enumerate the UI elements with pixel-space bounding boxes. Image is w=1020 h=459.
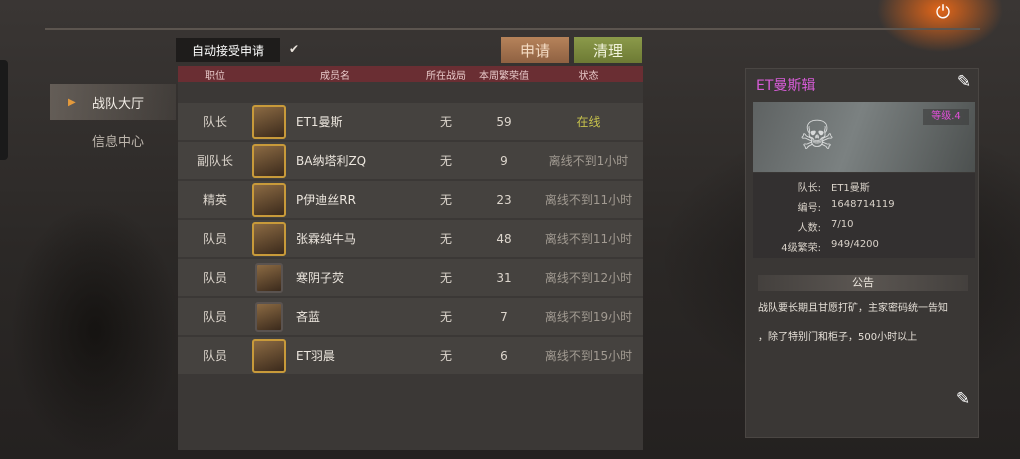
table-row[interactable]: 队员 ET羽晨 无 6 离线不到15小时 <box>178 337 643 374</box>
count-value: 7/10 <box>831 219 854 230</box>
table-row[interactable]: 精英 P伊迪丝RR 无 23 离线不到11小时 <box>178 181 643 218</box>
leader-label: 队长: <box>797 183 821 194</box>
auto-accept-label: 自动接受申请 <box>176 38 280 62</box>
member-game: 无 <box>439 154 452 168</box>
member-prosperity: 7 <box>500 309 508 324</box>
notice-title: 公告 <box>758 275 968 291</box>
member-name: 张霖纯牛马 <box>296 232 357 246</box>
member-name: 寒阴子荧 <box>296 271 345 285</box>
table-row[interactable]: 队长 ET1曼斯 无 59 在线 <box>178 103 643 140</box>
table-row[interactable]: 队员 吝蓝 无 7 离线不到19小时 <box>178 298 643 335</box>
header-prosperity: 本周繁荣值 <box>479 70 529 82</box>
avatar[interactable] <box>252 182 286 217</box>
member-table: 职位 成员名 所在战局 本周繁荣值 状态 队长 ET1曼斯 无 59 在线 副队… <box>178 66 643 450</box>
member-position: 队员 <box>202 271 227 285</box>
header-position: 职位 <box>205 70 225 82</box>
member-prosperity: 9 <box>500 153 508 168</box>
member-rows: 队长 ET1曼斯 无 59 在线 副队长 BA纳塔利ZQ 无 9 离线不到1小时… <box>178 103 643 376</box>
member-status: 离线不到12小时 <box>544 271 633 285</box>
member-status: 离线不到11小时 <box>544 232 633 246</box>
table-row[interactable]: 队员 张霖纯牛马 无 48 离线不到11小时 <box>178 220 643 257</box>
team-banner: ☠ 等级.4 <box>753 102 975 172</box>
checkmark-icon: ✔ <box>288 42 300 56</box>
divider <box>45 28 980 30</box>
member-prosperity: 48 <box>496 231 512 246</box>
avatar[interactable] <box>252 143 286 178</box>
id-value: 1648714119 <box>831 199 895 210</box>
team-info-panel: ET曼斯辑 ✎ ☠ 等级.4 队长: ET1曼斯 编号: 1648714119 … <box>745 68 979 438</box>
auto-accept-checkbox[interactable]: ✔ <box>287 42 301 56</box>
prosperity-value: 949/4200 <box>831 239 879 250</box>
id-label: 编号: <box>797 203 821 214</box>
member-prosperity: 6 <box>500 348 508 363</box>
team-details: 队长: ET1曼斯 编号: 1648714119 人数: 7/10 4级繁荣: … <box>753 173 975 258</box>
member-position: 队员 <box>202 232 227 246</box>
avatar[interactable] <box>252 338 286 373</box>
member-status: 离线不到19小时 <box>544 310 633 324</box>
nav-item-label: 信息中心 <box>92 134 145 150</box>
edit-icon[interactable]: ✎ <box>953 72 975 92</box>
member-status: 在线 <box>576 115 601 129</box>
member-game: 无 <box>439 193 452 207</box>
member-name: ET1曼斯 <box>296 115 343 129</box>
header-status: 状态 <box>578 70 599 82</box>
side-nav: ▶ 战队大厅 信息中心 <box>50 84 176 160</box>
edit-notice-icon[interactable]: ✎ <box>952 389 974 409</box>
power-icon[interactable]: ⏻ <box>930 0 956 24</box>
avatar[interactable] <box>255 301 283 332</box>
header-name: 成员名 <box>320 70 350 82</box>
member-prosperity: 23 <box>496 192 512 207</box>
member-position: 副队长 <box>196 154 233 168</box>
member-game: 无 <box>439 115 452 129</box>
member-status: 离线不到1小时 <box>548 154 629 168</box>
member-name: ET羽晨 <box>296 349 335 363</box>
level-badge: 等级.4 <box>923 109 969 125</box>
avatar[interactable] <box>252 221 286 256</box>
nav-item-team-hall[interactable]: ▶ 战队大厅 <box>50 84 176 120</box>
nav-item-label: 战队大厅 <box>92 96 145 112</box>
skull-emblem-icon: ☠ <box>799 113 835 159</box>
clear-button[interactable]: 清理 <box>574 37 642 63</box>
apply-button[interactable]: 申请 <box>501 37 569 63</box>
team-name: ET曼斯辑 <box>756 78 816 94</box>
member-name: P伊迪丝RR <box>296 193 356 207</box>
member-position: 队长 <box>202 115 227 129</box>
member-position: 队员 <box>202 310 227 324</box>
triangle-right-icon: ▶ <box>68 96 76 108</box>
member-prosperity: 31 <box>496 270 512 285</box>
prosperity-label: 4级繁荣: <box>781 243 821 254</box>
member-game: 无 <box>439 271 452 285</box>
table-header: 职位 成员名 所在战局 本周繁荣值 状态 <box>178 66 643 82</box>
notice-text-line-2: ，除了特别门和柜子，500小时以上 <box>758 332 918 343</box>
member-name: 吝蓝 <box>296 310 321 324</box>
avatar[interactable] <box>255 262 283 293</box>
member-status: 离线不到15小时 <box>544 349 633 363</box>
table-row[interactable]: 副队长 BA纳塔利ZQ 无 9 离线不到1小时 <box>178 142 643 179</box>
count-label: 人数: <box>797 223 821 234</box>
side-handle[interactable] <box>0 60 8 160</box>
avatar[interactable] <box>252 104 286 139</box>
member-status: 离线不到11小时 <box>544 193 633 207</box>
header-game: 所在战局 <box>426 70 466 82</box>
table-row[interactable]: 队员 寒阴子荧 无 31 离线不到12小时 <box>178 259 643 296</box>
notice-text-line-1: 战队要长期且甘愿打矿，主家密码统一告知 <box>758 303 948 314</box>
member-prosperity: 59 <box>496 114 512 129</box>
member-name: BA纳塔利ZQ <box>296 154 367 168</box>
member-position: 精英 <box>202 193 227 207</box>
leader-value: ET1曼斯 <box>831 183 870 194</box>
member-game: 无 <box>439 232 452 246</box>
member-game: 无 <box>439 349 452 363</box>
member-game: 无 <box>439 310 452 324</box>
nav-item-info-center[interactable]: 信息中心 <box>50 122 176 158</box>
member-position: 队员 <box>202 349 227 363</box>
